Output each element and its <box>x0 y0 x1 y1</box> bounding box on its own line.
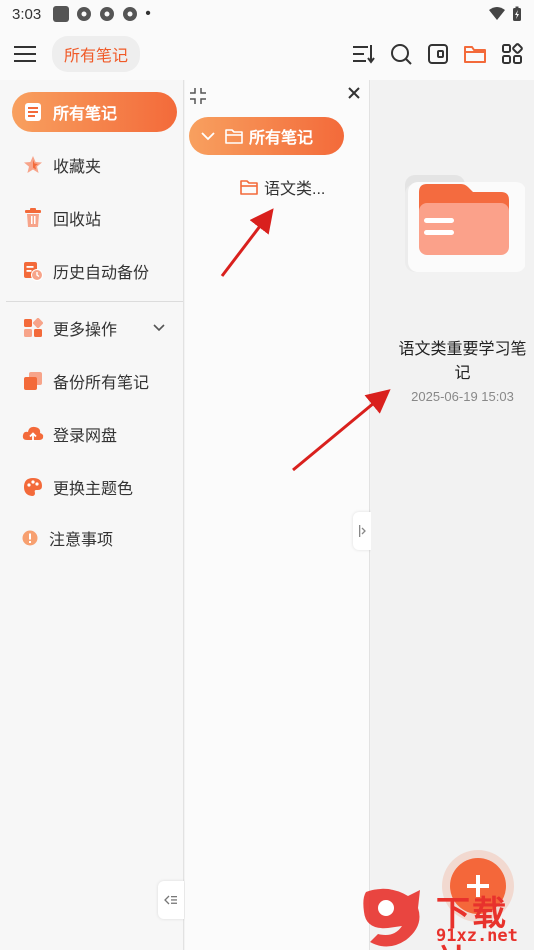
folder-icon <box>240 179 258 195</box>
note-title[interactable]: 语文类重要学习笔记 <box>391 338 534 386</box>
settings-notification-icon <box>77 7 92 21</box>
close-panel-button[interactable] <box>347 86 363 102</box>
sidebar-item-label: 更多操作 <box>53 322 118 339</box>
sidebar-item-all-notes[interactable]: 所有笔记 <box>12 92 177 132</box>
sidebar-item-label: 更换主题色 <box>53 481 134 498</box>
sidebar-item-theme-color[interactable]: 更换主题色 <box>12 467 177 507</box>
sidebar-item-label: 注意事项 <box>49 532 114 549</box>
shrink-panel-button[interactable] <box>189 87 207 105</box>
folder-root-label: 所有笔记 <box>249 130 314 147</box>
sort-button[interactable] <box>350 40 378 68</box>
sidebar-item-label: 收藏夹 <box>53 159 102 176</box>
battery-icon <box>513 6 521 21</box>
sidebar: 所有笔记 收藏夹 回收站 历史自动备份 更多操作 备份所有笔记 登录网盘 更换主… <box>0 80 184 950</box>
notes-icon <box>22 101 44 123</box>
sidebar-item-label: 回收站 <box>53 212 102 229</box>
watermark-logo-icon <box>363 888 420 947</box>
hamburger-icon <box>14 46 36 62</box>
notebook-button[interactable] <box>424 40 452 68</box>
status-system-icons <box>488 6 522 22</box>
chevron-down-icon <box>153 319 165 337</box>
folder-icon <box>464 46 486 63</box>
grid-view-button[interactable] <box>498 40 526 68</box>
sidebar-item-auto-backup-history[interactable]: 历史自动备份 <box>12 251 177 291</box>
sort-icon <box>353 45 375 64</box>
cloud-upload-icon <box>22 423 44 445</box>
chevron-down-icon <box>201 131 215 141</box>
palette-icon <box>22 476 44 498</box>
sidebar-item-label: 备份所有笔记 <box>53 375 150 392</box>
drag-handle-icon <box>359 525 366 537</box>
sidebar-item-favorites[interactable]: 收藏夹 <box>12 145 177 185</box>
sidebar-item-label: 登录网盘 <box>53 428 118 445</box>
search-icon <box>391 44 412 65</box>
trash-icon <box>22 207 44 229</box>
app-notification-icon <box>53 6 70 22</box>
folder-item-label: 语文类... <box>264 181 326 198</box>
menu-button[interactable] <box>8 37 42 71</box>
sidebar-item-trash[interactable]: 回收站 <box>12 198 177 238</box>
shrink-icon <box>190 88 206 104</box>
collapse-folder-panel-handle[interactable] <box>353 512 371 550</box>
toolbar-actions <box>350 40 526 68</box>
watermark-domain: 91xz.net <box>436 926 518 946</box>
note-date: 2025-06-19 15:03 <box>411 389 514 404</box>
folder-icon <box>225 128 243 144</box>
backup-icon <box>22 370 44 392</box>
status-bar: 3:03 • <box>0 0 534 28</box>
search-button[interactable] <box>387 40 415 68</box>
wifi-icon <box>489 7 505 20</box>
history-icon <box>22 260 44 282</box>
sidebar-item-label: 所有笔记 <box>53 106 118 123</box>
info-icon <box>22 527 38 549</box>
star-icon <box>22 154 44 176</box>
folder-tree-item[interactable]: 语文类... <box>240 175 325 199</box>
settings-notification-icon <box>100 7 115 21</box>
close-icon <box>348 87 360 99</box>
collapse-sidebar-handle[interactable] <box>158 881 184 919</box>
sidebar-divider <box>6 301 183 302</box>
folder-view-button[interactable] <box>461 40 489 68</box>
notes-content-panel: 语文类重要学习笔记 2025-06-19 15:03 <box>371 80 534 950</box>
settings-notification-icon <box>123 7 138 21</box>
collapse-left-icon <box>164 895 177 905</box>
sidebar-item-backup-all-notes[interactable]: 备份所有笔记 <box>12 361 177 401</box>
folder-panel: 所有笔记 语文类... <box>185 80 371 950</box>
grid-icon <box>502 43 523 64</box>
sidebar-item-more-actions[interactable]: 更多操作 <box>12 308 177 348</box>
sidebar-item-cloud-login[interactable]: 登录网盘 <box>12 414 177 454</box>
status-time: 3:03 <box>12 5 42 23</box>
sidebar-item-label: 历史自动备份 <box>53 265 150 282</box>
more-notifications-icon: • <box>145 5 151 22</box>
note-folder-icon <box>405 175 526 272</box>
breadcrumb[interactable]: 所有笔记 <box>52 36 141 72</box>
notebook-icon <box>428 44 448 64</box>
more-actions-icon <box>22 317 44 339</box>
watermark: 下载站 91xz.net <box>358 886 534 950</box>
status-notification-icons: • <box>53 6 151 22</box>
folder-tree-root[interactable]: 所有笔记 <box>189 117 344 155</box>
note-card[interactable] <box>405 170 526 275</box>
top-toolbar: 所有笔记 <box>0 28 534 80</box>
sidebar-item-notes-caution[interactable]: 注意事项 <box>12 518 177 558</box>
